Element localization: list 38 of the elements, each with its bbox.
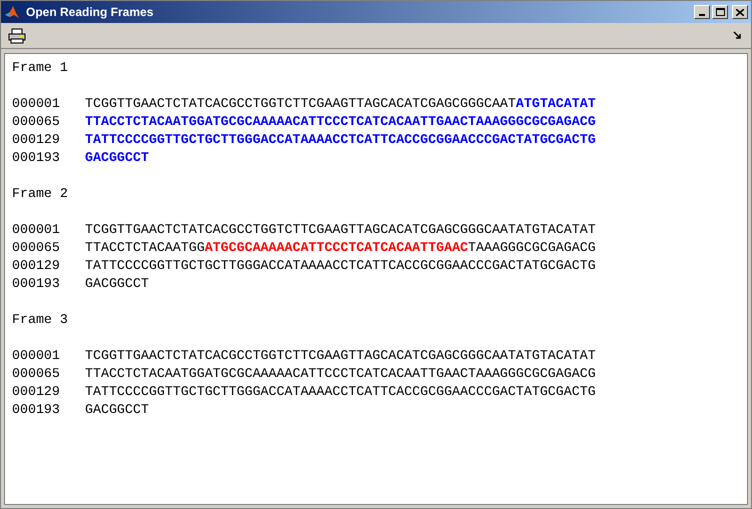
position-number: 000129 [12, 131, 61, 149]
position-number: 000129 [12, 383, 61, 401]
sequence: TTACCTCTACAATGGATGCGCAAAAACATTCCCTCATCACAATTGAACTAAAGGGCGCGAGACG [85, 365, 596, 383]
position-number: 000193 [12, 275, 61, 293]
position-number: 000129 [12, 257, 61, 275]
sequence: TCGGTTGAACTCTATCACGCCTGGTCTTCGAAGTTAGCACATCGAGCGGGCAATATGTACATAT [85, 347, 596, 365]
sequence: TATTCCCCGGTTGCTGCTTGGGACCATAAAACCTCATTCACCGCGGAACCCGACTATGCGACTG [85, 257, 596, 275]
logo-icon [4, 4, 20, 20]
position-number: 000193 [12, 149, 61, 167]
position-number: 000001 [12, 221, 61, 239]
highlighted-sequence: ATGCGCAAAAACATTCCCTCATCACAATTGAAC [204, 239, 468, 257]
sequence: TCGGTTGAACTCTATCACGCCTGGTCTTCGAAGTTAGCACATCGAGCGGGCAATATGTACATAT [85, 221, 596, 239]
position-number: 000065 [12, 239, 61, 257]
sequence: TTACCTCTACAATGG [85, 239, 205, 257]
sequence: TATTCCCCGGTTGCTGCTTGGGACCATAAAACCTCATTCACCGCGGAACCCGACTATGCGACTG [85, 383, 596, 401]
position-number: 000065 [12, 113, 61, 131]
frame-heading: Frame 1 [12, 59, 68, 77]
position-number: 000001 [12, 347, 61, 365]
close-button[interactable] [732, 5, 748, 19]
highlighted-sequence: GACGGCCT [85, 149, 149, 167]
highlighted-sequence: TATTCCCCGGTTGCTGCTTGGGACCATAAAACCTCATTCACCGCGGAACCCGACTATGCGACTG [85, 131, 596, 149]
highlighted-sequence: TTACCTCTACAATGGATGCGCAAAAACATTCCCTCATCACAATTGAACTAAAGGGCGCGAGACG [85, 113, 596, 131]
position-number: 000193 [12, 401, 61, 419]
sequence: GACGGCCT [85, 275, 149, 293]
printer-icon[interactable] [8, 28, 26, 44]
close-icon [736, 8, 744, 16]
position-number: 000001 [12, 95, 61, 113]
frame-heading: Frame 3 [12, 311, 68, 329]
maximize-button[interactable] [712, 5, 728, 19]
sequence: TCGGTTGAACTCTATCACGCCTGGTCTTCGAAGTTAGCACATCGAGCGGGCAAT [85, 95, 516, 113]
sequence: TAAAGGGCGCGAGACG [468, 239, 596, 257]
window-title: Open Reading Frames [26, 4, 154, 21]
dock-arrow-icon[interactable] [733, 31, 742, 40]
minimize-button[interactable] [694, 5, 710, 19]
highlighted-sequence: ATGTACATAT [516, 95, 596, 113]
frame-heading: Frame 2 [12, 185, 68, 203]
position-number: 000065 [12, 365, 61, 383]
sequence: GACGGCCT [85, 401, 149, 419]
